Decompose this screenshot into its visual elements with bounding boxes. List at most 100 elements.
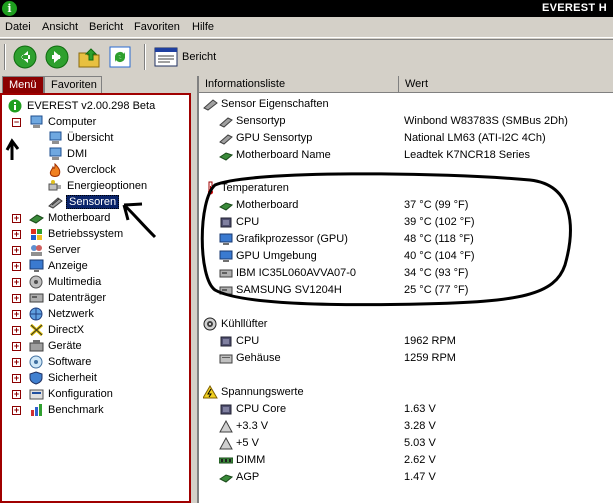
table-row[interactable]: +5 V 5.03 V	[199, 435, 613, 452]
motherboard-icon	[219, 202, 233, 211]
server-icon	[31, 245, 42, 256]
computer-icon	[30, 115, 43, 128]
tree-item-label: Benchmark	[48, 404, 104, 416]
table-row[interactable]: Grafikprozessor (GPU) 48 °C (118 °F)	[199, 231, 613, 248]
expander-multimedia[interactable]: +	[12, 278, 21, 287]
window-title: EVEREST H	[541, 2, 607, 14]
tab-favorites[interactable]: Favoriten	[44, 76, 102, 93]
multimedia-icon	[29, 275, 43, 289]
display-icon	[29, 259, 44, 272]
refresh-button[interactable]	[108, 45, 132, 69]
cpu-icon	[220, 336, 232, 347]
sensor-icon	[48, 197, 63, 209]
report-button[interactable]	[154, 45, 178, 69]
row-value: 37 °C (99 °F)	[404, 199, 469, 211]
back-arrow-icon	[13, 45, 37, 69]
column-header-info[interactable]: Informationsliste	[199, 76, 399, 93]
tree-item-label: DMI	[67, 148, 88, 160]
expander-os[interactable]: +	[12, 230, 21, 239]
menu-bericht[interactable]: Bericht	[89, 21, 123, 33]
config-icon	[29, 389, 44, 400]
row-field: Gehäuse	[236, 352, 281, 364]
expander-motherboard[interactable]: +	[12, 214, 21, 223]
up-folder-button[interactable]	[77, 45, 101, 69]
table-row[interactable]: AGP 1.47 V	[199, 469, 613, 486]
expander-devices[interactable]: +	[12, 342, 21, 351]
menu-datei[interactable]: Datei	[5, 21, 31, 33]
table-row[interactable]: Motherboard Name Leadtek K7NCR18 Series	[199, 147, 613, 164]
expander-benchmark[interactable]: +	[12, 406, 21, 415]
row-field: CPU	[236, 216, 260, 228]
case-icon	[219, 354, 233, 364]
power-icon	[48, 180, 61, 191]
row-value: 1259 RPM	[404, 352, 456, 364]
expander-storage[interactable]: +	[12, 294, 21, 303]
title-bar: i EVEREST H	[0, 0, 613, 17]
expander-network[interactable]: +	[12, 310, 21, 319]
row-value: 1.63 V	[404, 403, 436, 415]
table-row[interactable]: Motherboard 37 °C (99 °F)	[199, 197, 613, 214]
row-value: 3.28 V	[404, 420, 436, 432]
column-header-value[interactable]: Wert	[399, 76, 613, 93]
row-value: 2.62 V	[404, 454, 436, 466]
expander-security[interactable]: +	[12, 374, 21, 383]
table-row[interactable]: IBM IC35L060AVVA07-0 34 °C (93 °F)	[199, 265, 613, 282]
row-value: National LM63 (ATI-I2C 4Ch)	[404, 132, 546, 144]
tree-item-label: Geräte	[48, 340, 82, 352]
disk-icon	[219, 269, 233, 278]
row-value: Winbond W83783S (SMBus 2Dh)	[404, 115, 568, 127]
table-row[interactable]: DIMM 2.62 V	[199, 452, 613, 469]
expander-computer[interactable]: −	[12, 118, 21, 127]
toolbar: Bericht	[0, 39, 613, 72]
menu-hilfe[interactable]: Hilfe	[192, 21, 214, 33]
report-button-label[interactable]: Bericht	[182, 51, 216, 63]
tree-item-label: Server	[48, 244, 81, 256]
table-row[interactable]: +3.3 V 3.28 V	[199, 418, 613, 435]
voltage-icon	[219, 437, 233, 450]
tree-item-label: Software	[48, 356, 92, 368]
table-row[interactable]: CPU 39 °C (102 °F)	[199, 214, 613, 231]
expander-software[interactable]: +	[12, 358, 21, 367]
everest-app-icon[interactable]: i	[2, 1, 17, 16]
benchmark-icon	[31, 404, 42, 416]
back-button[interactable]	[13, 45, 37, 69]
menu-ansicht[interactable]: Ansicht	[42, 21, 78, 33]
row-value: 25 °C (77 °F)	[404, 284, 469, 296]
report-icon	[154, 47, 178, 67]
forward-button[interactable]	[45, 45, 69, 69]
dmi-icon	[49, 147, 62, 160]
everest-icon	[8, 99, 22, 113]
tree-item-label: Datenträger	[48, 292, 107, 304]
disk-icon	[29, 293, 44, 303]
expander-directx[interactable]: +	[12, 326, 21, 335]
table-row[interactable]: GPU Umgebung 40 °C (104 °F)	[199, 248, 613, 265]
row-value: 1962 RPM	[404, 335, 456, 347]
row-value: 5.03 V	[404, 437, 436, 449]
table-row[interactable]: GPU Sensortyp National LM63 (ATI-I2C 4Ch…	[199, 130, 613, 147]
row-field: DIMM	[236, 454, 266, 466]
expander-server[interactable]: +	[12, 246, 21, 255]
row-value: 40 °C (104 °F)	[404, 250, 475, 262]
warning-voltage-icon	[203, 385, 218, 399]
tree-item-label: Computer	[48, 116, 97, 128]
table-row[interactable]: SAMSUNG SV1204H 25 °C (77 °F)	[199, 282, 613, 299]
overview-icon	[49, 131, 62, 144]
row-field: Grafikprozessor (GPU)	[236, 233, 348, 245]
tree-item-label: Overclock	[67, 164, 116, 176]
tab-menu[interactable]: Menü	[2, 76, 44, 93]
table-row[interactable]: Gehäuse 1259 RPM	[199, 350, 613, 367]
tree-item-label: Konfiguration	[48, 388, 113, 400]
table-row[interactable]: CPU Core 1.63 V	[199, 401, 613, 418]
expander-configuration[interactable]: +	[12, 390, 21, 399]
menu-favoriten[interactable]: Favoriten	[134, 21, 180, 33]
tree-item-label: Netzwerk	[48, 308, 94, 320]
forward-arrow-icon	[45, 45, 69, 69]
dimm-icon	[219, 457, 233, 464]
row-value: 34 °C (93 °F)	[404, 267, 469, 279]
table-row[interactable]: Sensortyp Winbond W83783S (SMBus 2Dh)	[199, 113, 613, 130]
cpu-icon	[220, 404, 232, 415]
tree-item-label: Übersicht	[67, 132, 114, 144]
table-row[interactable]: CPU 1962 RPM	[199, 333, 613, 350]
expander-display[interactable]: +	[12, 262, 21, 271]
sensor-icon	[203, 99, 218, 111]
